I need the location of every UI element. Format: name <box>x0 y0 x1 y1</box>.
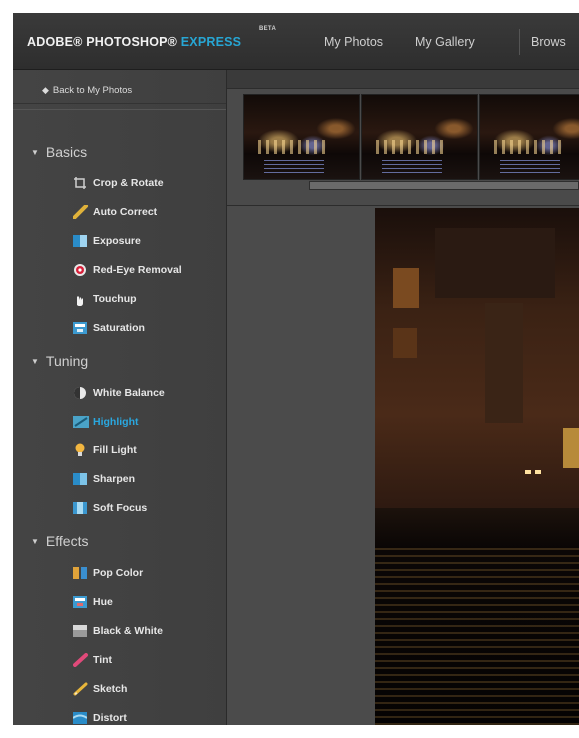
brand-express: EXPRESS <box>180 35 242 49</box>
tool-label: Black & White <box>93 625 164 637</box>
top-header: ADOBE® PHOTOSHOP® EXPRESS BETA My Photos… <box>13 13 579 70</box>
sharpen-icon <box>73 472 87 486</box>
photo-preview[interactable] <box>375 208 579 725</box>
tool-label: Sketch <box>93 683 128 695</box>
pop-color-icon <box>73 566 87 580</box>
thumbnail-lights <box>258 140 328 154</box>
exposure-icon <box>73 234 87 248</box>
filmstrip-top-bar <box>227 70 579 89</box>
filmstrip-scrollbar[interactable] <box>309 181 579 190</box>
tool-label: Auto Correct <box>93 206 158 218</box>
tool-label: Sharpen <box>93 473 136 485</box>
app-logo[interactable]: ADOBE® PHOTOSHOP® EXPRESS BETA <box>27 26 276 49</box>
tool-sidebar: ◆ Back to My Photos ▼ Basics Crop & Rota… <box>13 70 227 725</box>
photoshop-express-window: ADOBE® PHOTOSHOP® EXPRESS BETA My Photos… <box>13 13 579 725</box>
red-eye-icon <box>73 263 87 277</box>
sketch-icon <box>73 682 88 696</box>
tool-hue[interactable]: Hue <box>73 592 113 612</box>
light-dot <box>535 470 541 474</box>
collapse-triangle-icon: ▼ <box>31 356 39 366</box>
tool-label: Distort <box>93 712 127 724</box>
hue-icon <box>73 595 87 609</box>
tool-crop-rotate[interactable]: Crop & Rotate <box>73 173 164 193</box>
tool-label: Pop Color <box>93 567 144 579</box>
water-reflection <box>375 548 579 725</box>
tool-distort[interactable]: Distort <box>72 708 127 725</box>
section-tuning[interactable]: ▼ Tuning <box>31 353 88 369</box>
section-title: Effects <box>45 533 89 549</box>
saturation-icon <box>73 321 87 335</box>
tool-black-white[interactable]: Black & White <box>73 621 163 641</box>
tool-label: Touchup <box>93 293 137 305</box>
tool-label: Crop & Rotate <box>93 177 164 189</box>
section-effects[interactable]: ▼ Effects <box>31 533 88 549</box>
building-column <box>485 303 523 423</box>
tool-fill-light[interactable]: Fill Light <box>73 440 137 460</box>
soft-focus-icon <box>73 501 87 515</box>
thumbnail-reflection <box>500 159 560 173</box>
filmstrip-thumbnail[interactable] <box>479 94 579 180</box>
tool-touchup[interactable]: Touchup <box>73 289 137 309</box>
black-white-icon <box>73 624 87 638</box>
tool-exposure[interactable]: Exposure <box>73 231 141 251</box>
collapse-triangle-icon: ▼ <box>31 536 39 546</box>
tool-red-eye-removal[interactable]: Red-Eye Removal <box>73 260 182 280</box>
beta-badge: BETA <box>259 26 277 32</box>
tool-label: Soft Focus <box>93 502 148 514</box>
white-balance-icon <box>73 386 87 400</box>
section-title: Basics <box>45 144 88 160</box>
sidebar-divider <box>13 109 226 110</box>
filmstrip-thumbnail[interactable] <box>361 94 478 180</box>
thumbnail-reflection <box>264 159 324 173</box>
thumbnail-lights <box>376 140 446 154</box>
back-to-my-photos-button[interactable]: ◆ Back to My Photos <box>13 78 226 104</box>
collapse-triangle-icon: ▼ <box>31 147 39 157</box>
tool-sketch[interactable]: Sketch <box>73 679 127 699</box>
filmstrip-thumbnail[interactable] <box>243 94 360 180</box>
brand-name: ADOBE® PHOTOSHOP® <box>27 35 181 49</box>
crop-icon <box>73 176 87 190</box>
wand-icon <box>72 204 88 220</box>
tool-label: Exposure <box>93 235 141 247</box>
tool-pop-color[interactable]: Pop Color <box>73 563 143 583</box>
building-window <box>393 268 419 308</box>
building-window <box>563 428 579 468</box>
back-arrow-icon: ◆ <box>42 85 49 95</box>
building-window <box>393 328 417 358</box>
building-facade <box>435 228 555 298</box>
tool-label: Highlight <box>93 416 139 428</box>
thumbnail-lights <box>494 140 564 154</box>
tool-label: Fill Light <box>93 444 137 456</box>
tool-soft-focus[interactable]: Soft Focus <box>73 498 147 518</box>
section-basics[interactable]: ▼ Basics <box>31 144 87 160</box>
distort-icon <box>72 711 88 725</box>
thumbnail-reflection <box>382 159 442 173</box>
tool-sharpen[interactable]: Sharpen <box>73 469 135 489</box>
nav-my-gallery[interactable]: My Gallery <box>415 35 475 49</box>
tool-white-balance[interactable]: White Balance <box>73 383 165 403</box>
tool-saturation[interactable]: Saturation <box>73 318 145 338</box>
tint-icon <box>73 653 88 667</box>
section-title: Tuning <box>45 353 89 369</box>
tool-label: Hue <box>93 596 113 608</box>
tool-label: Tint <box>93 654 113 666</box>
hand-icon <box>73 292 87 306</box>
tool-highlight[interactable]: Highlight <box>73 412 139 432</box>
bulb-icon <box>73 443 87 457</box>
tool-tint[interactable]: Tint <box>73 650 112 670</box>
highlight-icon <box>73 415 89 429</box>
light-dot <box>525 470 531 474</box>
tool-label: Red-Eye Removal <box>93 264 182 276</box>
nav-browse[interactable]: Brows <box>531 35 566 49</box>
filmstrip <box>227 89 579 206</box>
tool-label: White Balance <box>93 387 165 399</box>
back-button-label: Back to My Photos <box>52 85 133 96</box>
nav-divider <box>519 29 520 55</box>
tool-label: Saturation <box>93 322 145 334</box>
tool-auto-correct[interactable]: Auto Correct <box>72 202 158 222</box>
nav-my-photos[interactable]: My Photos <box>324 35 383 49</box>
waterfront-edge <box>375 508 579 548</box>
